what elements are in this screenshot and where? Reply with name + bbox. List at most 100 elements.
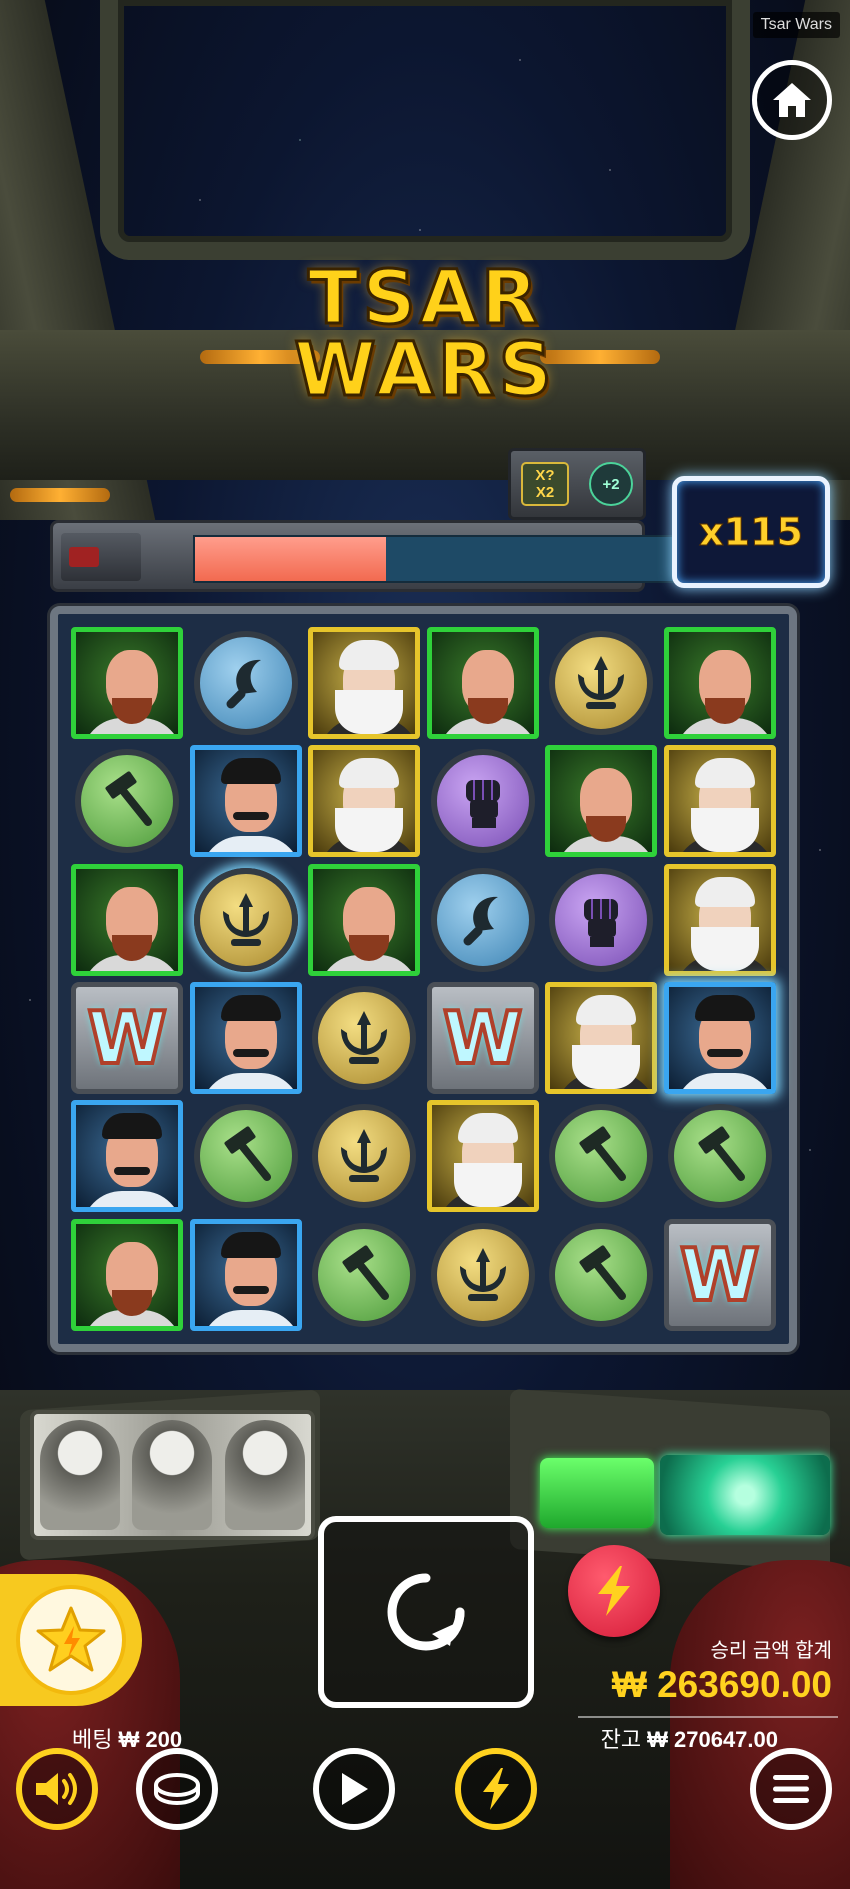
sickle-icon bbox=[463, 896, 498, 946]
wild-letter: W bbox=[678, 1231, 761, 1319]
symbol-lenin bbox=[663, 627, 776, 740]
fist-icon bbox=[584, 898, 619, 947]
reel-cell bbox=[424, 861, 543, 979]
symbol-wild: W bbox=[71, 982, 184, 1095]
reel-cell bbox=[187, 624, 306, 742]
bet-button[interactable] bbox=[136, 1748, 218, 1830]
trident-icon bbox=[341, 1129, 388, 1183]
extra-spins-label: +2 bbox=[602, 475, 620, 493]
speaker-icon bbox=[36, 1773, 77, 1805]
symbol-stalin bbox=[663, 982, 776, 1095]
reel-cell bbox=[305, 861, 424, 979]
symbol-stalin bbox=[189, 1218, 302, 1331]
meter-cap bbox=[61, 533, 141, 581]
spin-button[interactable] bbox=[318, 1516, 534, 1708]
symbol-hammer bbox=[193, 1104, 298, 1209]
symbol-trident bbox=[312, 1104, 417, 1209]
reel-cell bbox=[187, 1097, 306, 1215]
fist-icon bbox=[465, 780, 500, 829]
reel-cell bbox=[542, 1097, 661, 1215]
leader-bust bbox=[224, 1420, 305, 1530]
symbol-lenin bbox=[71, 1218, 184, 1331]
turbo-button[interactable] bbox=[568, 1545, 660, 1637]
hammer-icon bbox=[698, 1126, 745, 1182]
extra-spins-chip: +2 bbox=[589, 462, 633, 506]
home-icon bbox=[773, 83, 811, 117]
symbol-lenin bbox=[545, 745, 658, 858]
sickle-icon bbox=[226, 660, 261, 709]
reel-cell bbox=[68, 742, 187, 860]
symbol-hammer bbox=[549, 1104, 654, 1209]
trident-icon bbox=[341, 1011, 388, 1065]
bet-label: 베팅 bbox=[72, 1727, 113, 1752]
reel-cell bbox=[187, 861, 306, 979]
wild-letter: W bbox=[441, 994, 524, 1082]
symbol-marx bbox=[426, 1100, 539, 1213]
buy-feature-button[interactable] bbox=[0, 1574, 142, 1706]
lightning-icon bbox=[483, 1768, 509, 1810]
logo-line-1: TSAR bbox=[306, 255, 543, 341]
hammer-icon bbox=[579, 1245, 627, 1300]
wild-letter: W bbox=[86, 994, 169, 1082]
reel-cell bbox=[542, 1215, 661, 1333]
symbol-trident bbox=[193, 867, 298, 972]
game-logo: TSAR WARS bbox=[260, 255, 590, 413]
home-button[interactable] bbox=[752, 60, 832, 140]
feature-badge bbox=[16, 1585, 126, 1695]
reel-cell bbox=[68, 861, 187, 979]
reel-cell bbox=[424, 742, 543, 860]
symbol-marx bbox=[308, 627, 421, 740]
reel-cell bbox=[542, 742, 661, 860]
symbol-marx bbox=[663, 745, 776, 858]
total-win-label: 승리 금액 합계 bbox=[710, 1640, 832, 1662]
logo-line-2: WARS bbox=[293, 327, 556, 413]
menu-button[interactable] bbox=[750, 1748, 832, 1830]
symbol-stalin bbox=[189, 982, 302, 1095]
game-title-label: Tsar Wars bbox=[752, 12, 840, 38]
sound-button[interactable] bbox=[16, 1748, 98, 1830]
symbol-lenin bbox=[71, 863, 184, 976]
leaders-portrait-strip bbox=[30, 1410, 315, 1540]
progress-meter bbox=[50, 520, 688, 592]
reel-cell bbox=[68, 1097, 187, 1215]
spin-icon bbox=[387, 1573, 465, 1651]
reel-cell bbox=[542, 624, 661, 742]
reel-cell bbox=[68, 624, 187, 742]
symbol-fist bbox=[549, 867, 654, 972]
total-win-amount: ₩ 263690.00 bbox=[611, 1664, 832, 1705]
reel-cell bbox=[187, 1215, 306, 1333]
symbol-hammer bbox=[549, 1222, 654, 1327]
xp-multiplier-chip: X? X2 bbox=[521, 462, 569, 506]
reel-cell bbox=[305, 624, 424, 742]
reel-cell bbox=[424, 1097, 543, 1215]
xp-chip-bottom: X2 bbox=[535, 484, 555, 501]
reel-cell bbox=[661, 979, 780, 1097]
symbol-sickle bbox=[430, 867, 535, 972]
bonus-indicator: X? X2 +2 bbox=[508, 448, 646, 520]
symbol-marx bbox=[308, 745, 421, 858]
reel-cell bbox=[542, 861, 661, 979]
reel-cell bbox=[424, 1215, 543, 1333]
symbol-marx bbox=[545, 982, 658, 1095]
reel-cell bbox=[424, 624, 543, 742]
win-divider bbox=[578, 1716, 838, 1718]
trident-icon bbox=[578, 656, 625, 710]
reel-cell bbox=[661, 861, 780, 979]
side-light bbox=[10, 488, 110, 502]
reel-cell bbox=[305, 979, 424, 1097]
symbol-hammer bbox=[75, 749, 180, 854]
symbol-trident bbox=[549, 631, 654, 736]
reel-cell bbox=[661, 742, 780, 860]
balance-label: 잔고 bbox=[600, 1727, 642, 1752]
symbol-hammer bbox=[667, 1104, 772, 1209]
hammer-icon bbox=[105, 771, 153, 827]
bet-display: 베팅 ₩ 200 bbox=[72, 1722, 182, 1754]
reel-cell bbox=[187, 742, 306, 860]
coin-icon bbox=[154, 1773, 200, 1805]
quick-spin-button[interactable] bbox=[455, 1748, 537, 1830]
console-radar-screen bbox=[660, 1455, 830, 1535]
play-icon bbox=[342, 1773, 368, 1805]
symbol-trident bbox=[312, 986, 417, 1091]
symbol-marx bbox=[663, 863, 776, 976]
autoplay-button[interactable] bbox=[313, 1748, 395, 1830]
